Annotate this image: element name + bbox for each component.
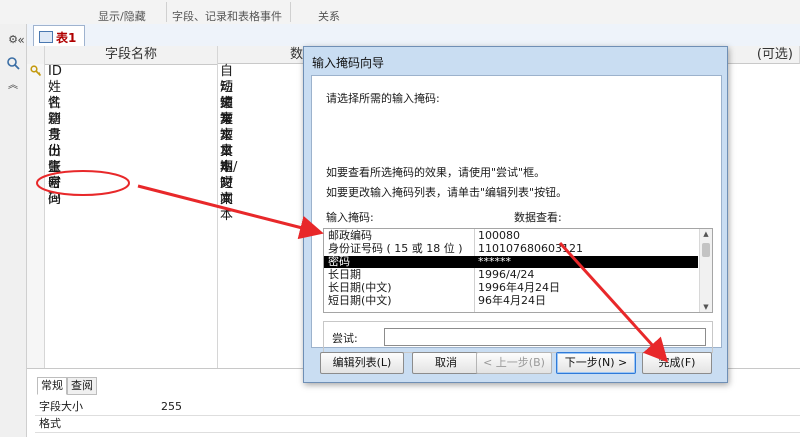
highlight-circle bbox=[36, 170, 130, 196]
annotation-arrow bbox=[558, 241, 669, 363]
annotation-arrow bbox=[137, 184, 324, 240]
annotation-overlay bbox=[36, 170, 669, 363]
